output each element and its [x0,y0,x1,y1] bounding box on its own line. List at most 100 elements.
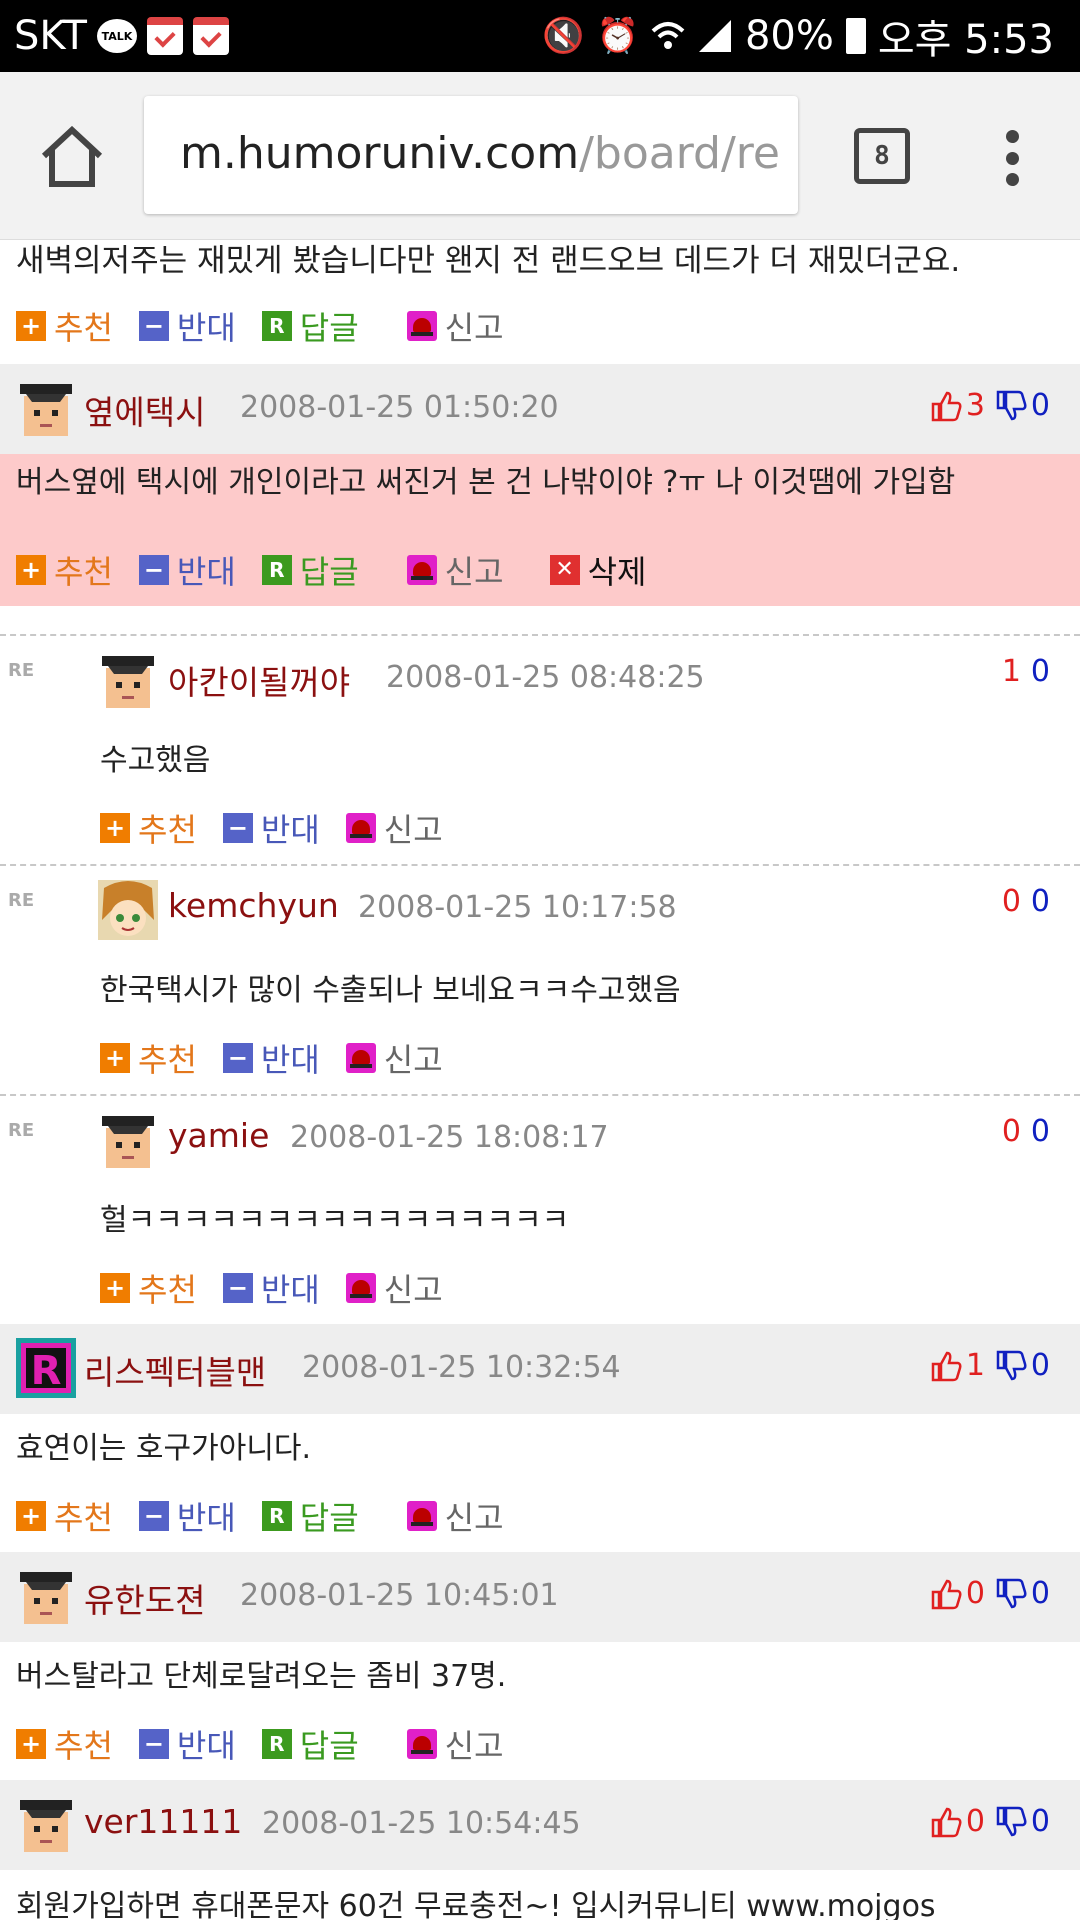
comment-text: 버스탈라고 단체로달려오는 좀비 37명. [16,1659,507,1694]
reply-divider [0,634,1080,636]
thumbs-up-icon [931,1351,962,1381]
comment-text: 헐ㅋㅋㅋㅋㅋㅋㅋㅋㅋㅋㅋㅋㅋㅋㅋㅋ [100,1203,570,1238]
nickname[interactable]: 옆에택시 [84,386,205,434]
nickname[interactable]: yamie [168,1116,269,1155]
comment-date: 2008-01-25 10:32:54 [302,1350,621,1385]
battery-percent: 80% [744,13,834,59]
vote-counts: 3 0 [930,388,1050,423]
carrier-label: SKT [14,13,87,59]
comment-header: ver11111 2008-01-25 10:54:45 0 0 [0,1780,1080,1870]
status-bar: SKT TALK 🔇 ⏰ 80% 오후 5:53 [0,0,1080,72]
upvote-count: 0 [1001,1114,1021,1149]
report-button[interactable]: 신고 [406,547,504,593]
kakaotalk-icon: TALK [96,19,137,53]
vote-counts: 1 0 [930,1348,1050,1383]
nickname[interactable]: kemchyun [168,886,339,925]
avatar [20,1800,72,1852]
highlighted-comment: 버스옆에 택시에 개인이라고 써진거 본 건 나밖이야 ?ㅠ 나 이것땜에 가입… [0,454,1080,606]
oppose-button[interactable]: − 반대 [222,1035,320,1081]
comment-text: 효연이는 호구가아니다. [16,1431,312,1466]
comment-text: 새벽의저주는 재밌게 봤습니다만 왠지 전 랜드오브 데드가 더 재밌더군요. [16,243,961,279]
report-button[interactable]: 신고 [345,1035,443,1081]
thumbs-down-icon [996,390,1027,420]
vote-counts: 0 0 [930,1804,1050,1839]
vote-counts: 0 0 [1002,884,1050,919]
downvote-count: 0 [1030,884,1050,919]
delete-button[interactable]: ✕ 삭제 [549,547,646,593]
report-button[interactable]: 신고 [406,303,504,349]
comment-date: 2008-01-25 18:08:17 [290,1120,609,1155]
reply-button[interactable]: R 답글 [261,1721,359,1767]
comment-list: 새벽의저주는 재밌게 봤습니다만 왠지 전 랜드오브 데드가 더 재밌더군요. … [0,240,1080,1920]
calendar-check-icon [146,17,183,55]
comment-actions: + 추천 − 반대 R 답글 신고 [16,1721,530,1767]
overflow-menu-icon[interactable] [1000,130,1024,186]
oppose-button[interactable]: − 반대 [138,1493,236,1539]
mute-icon: 🔇 [542,16,585,56]
reply-button[interactable]: R 답글 [261,303,359,349]
avatar: R [16,1338,76,1398]
thumbs-up-icon [931,391,962,421]
comment-date: 2008-01-25 10:17:58 [358,890,677,925]
thumbs-up-icon [931,1579,962,1609]
upvote-count: 1 [965,1348,985,1383]
oppose-button[interactable]: − 반대 [222,805,320,851]
upvote-count: 0 [965,1804,985,1839]
comment-header: 옆에택시 2008-01-25 01:50:20 3 0 [0,364,1080,454]
recommend-button[interactable]: + 추천 [100,805,197,851]
reply-marker: RE [8,1120,35,1141]
reply-actions: + 추천 − 반대 신고 [100,1265,469,1311]
address-bar[interactable]: m.humoruniv.com/board/re [144,96,798,214]
comment-text: 버스옆에 택시에 개인이라고 써진거 본 건 나밖이야 ?ㅠ 나 이것땜에 가입… [16,465,956,500]
reply-button[interactable]: R 답글 [261,1493,359,1539]
thumbs-down-icon [996,1806,1027,1836]
tab-switcher-button[interactable]: 8 [854,128,910,184]
comment-header: 유한도젼 2008-01-25 10:45:01 0 0 [0,1552,1080,1642]
vote-counts: 1 0 [1002,654,1050,689]
recommend-button[interactable]: + 추천 [16,1721,113,1767]
thumbs-up-icon [931,1807,962,1837]
oppose-button[interactable]: − 반대 [138,303,236,349]
downvote-count: 0 [1030,1348,1050,1383]
url-text: m.humoruniv.com/board/re [180,128,780,179]
oppose-button[interactable]: − 반대 [138,1721,236,1767]
comment-date: 2008-01-25 08:48:25 [386,660,705,695]
avatar [20,1572,72,1624]
comment-date: 2008-01-25 10:45:01 [240,1578,559,1613]
report-button[interactable]: 신고 [406,1493,504,1539]
upvote-count: 3 [965,388,985,423]
downvote-count: 0 [1030,1804,1050,1839]
report-button[interactable]: 신고 [345,1265,443,1311]
comment-actions: + 추천 − 반대 R 답글 신고 ✕ 삭제 [16,547,672,593]
report-button[interactable]: 신고 [406,1721,504,1767]
reply-actions: + 추천 − 반대 신고 [100,805,469,851]
recommend-button[interactable]: + 추천 [16,303,113,349]
calendar-check-icon [192,17,229,55]
clock: 오후 5:53 [877,17,1054,63]
report-button[interactable]: 신고 [345,805,443,851]
oppose-button[interactable]: − 반대 [222,1265,320,1311]
downvote-count: 0 [1030,388,1050,423]
downvote-count: 0 [1030,654,1050,689]
nickname[interactable]: 유한도젼 [84,1574,205,1622]
avatar [102,656,154,708]
home-icon[interactable] [38,126,106,188]
thumbs-down-icon [996,1350,1027,1380]
recommend-button[interactable]: + 추천 [16,547,113,593]
comment-text: 회원가입하면 휴대폰문자 60건 무료충전~! 입시커뮤니티 www.mojgo… [16,1889,936,1920]
recommend-button[interactable]: + 추천 [100,1035,197,1081]
reply-divider [0,864,1080,866]
comment-header: R 리스펙터블맨 2008-01-25 10:32:54 1 0 [0,1324,1080,1414]
avatar [98,880,158,940]
nickname[interactable]: 아칸이될꺼야 [168,656,350,704]
comment-date: 2008-01-25 10:54:45 [262,1806,581,1841]
reply-button[interactable]: R 답글 [261,547,359,593]
upvote-count: 0 [1001,884,1021,919]
nickname[interactable]: ver11111 [84,1802,242,1841]
recommend-button[interactable]: + 추천 [16,1493,113,1539]
recommend-button[interactable]: + 추천 [100,1265,197,1311]
nickname[interactable]: 리스펙터블맨 [84,1346,266,1394]
reply-marker: RE [8,660,35,681]
oppose-button[interactable]: − 반대 [138,547,236,593]
comment-text: 한국택시가 많이 수출되나 보네요ㅋㅋ수고했음 [100,973,681,1008]
